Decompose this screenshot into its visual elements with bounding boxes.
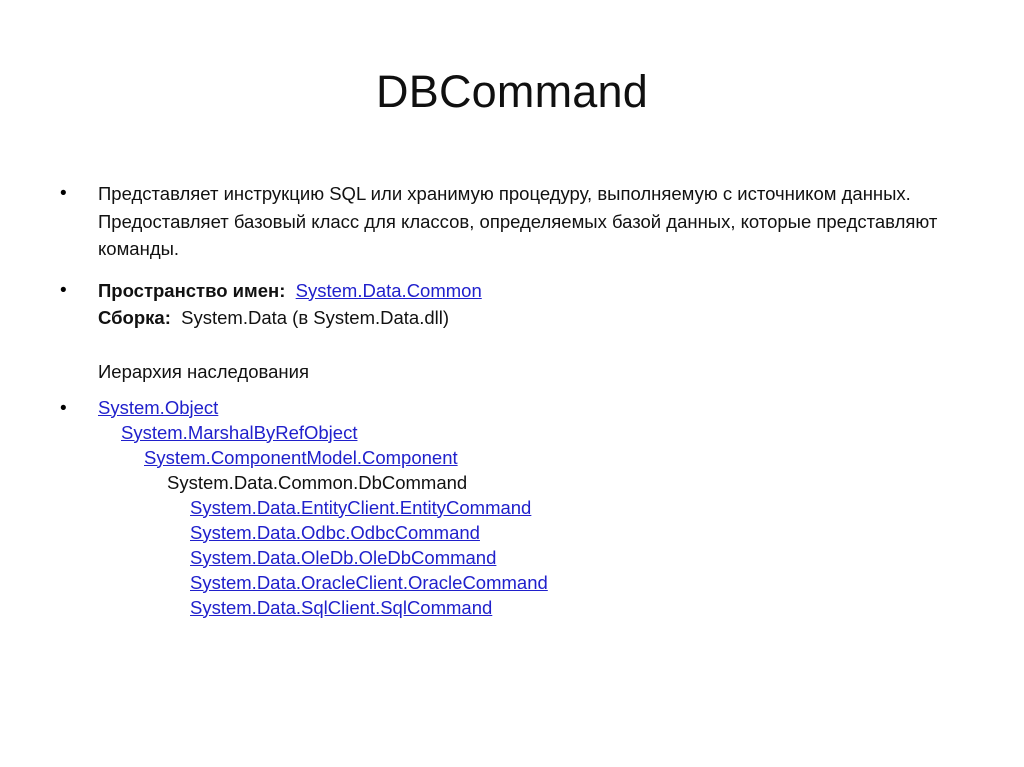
hierarchy-current-type: System.Data.Common.DbCommand: [167, 471, 468, 493]
hierarchy-row: System.Data.EntityClient.EntityCommand: [0, 495, 944, 520]
namespace-label: Пространство имен:: [98, 279, 286, 301]
bullet-dot-icon: •: [60, 279, 67, 301]
bullet-dot-icon: •: [60, 183, 67, 204]
slide-canvas: DBCommand • Представляет инструкцию SQL …: [0, 0, 1024, 767]
hierarchy-row: System.Data.OracleClient.OracleCommand: [0, 570, 944, 595]
hierarchy-link[interactable]: System.ComponentModel.Component: [144, 447, 458, 468]
hierarchy-link[interactable]: System.Data.OracleClient.OracleCommand: [190, 572, 548, 593]
inheritance-hierarchy: System.Object System.MarshalByRefObject …: [0, 395, 944, 620]
hierarchy-row: System.MarshalByRefObject: [0, 420, 944, 445]
bullet-item-hierarchy: • System.Object System.MarshalByRefObjec…: [0, 395, 1024, 620]
hierarchy-link[interactable]: System.Data.SqlClient.SqlCommand: [190, 597, 492, 618]
hierarchy-link[interactable]: System.MarshalByRefObject: [121, 422, 357, 443]
description-text: Представляет инструкцию SQL или хранимую…: [98, 183, 938, 259]
hierarchy-row: System.Data.OleDb.OleDbCommand: [0, 545, 944, 570]
hierarchy-link[interactable]: System.Data.OleDb.OleDbCommand: [190, 547, 496, 568]
hierarchy-row: System.Data.SqlClient.SqlCommand: [0, 595, 944, 620]
hierarchy-row: System.Object: [0, 395, 944, 420]
page-title: DBCommand: [376, 66, 648, 117]
hierarchy-link[interactable]: System.Data.Odbc.OdbcCommand: [190, 522, 480, 543]
namespace-line: Пространство имен: System.Data.Common: [98, 277, 944, 304]
bullet-item-description: • Представляет инструкцию SQL или храним…: [0, 180, 1024, 263]
hierarchy-heading: Иерархия наследования: [98, 360, 309, 382]
bullet-item-namespace: • Пространство имен: System.Data.Common …: [0, 277, 1024, 331]
slide-body: • Представляет инструкцию SQL или храним…: [0, 180, 1024, 620]
namespace-block: Пространство имен: System.Data.Common Сб…: [98, 277, 944, 331]
assembly-value: System.Data (в System.Data.dll): [181, 306, 450, 328]
hierarchy-row: System.Data.Common.DbCommand: [0, 470, 944, 495]
hierarchy-link[interactable]: System.Object: [98, 397, 218, 418]
hierarchy-row: System.Data.Odbc.OdbcCommand: [0, 520, 944, 545]
assembly-label: Сборка:: [98, 306, 171, 328]
hierarchy-link[interactable]: System.Data.EntityClient.EntityCommand: [190, 497, 531, 518]
assembly-line: Сборка: System.Data (в System.Data.dll): [98, 304, 944, 331]
namespace-link[interactable]: System.Data.Common: [296, 280, 482, 301]
hierarchy-row: System.ComponentModel.Component: [0, 445, 944, 470]
bullet-dot-icon: •: [60, 397, 67, 419]
